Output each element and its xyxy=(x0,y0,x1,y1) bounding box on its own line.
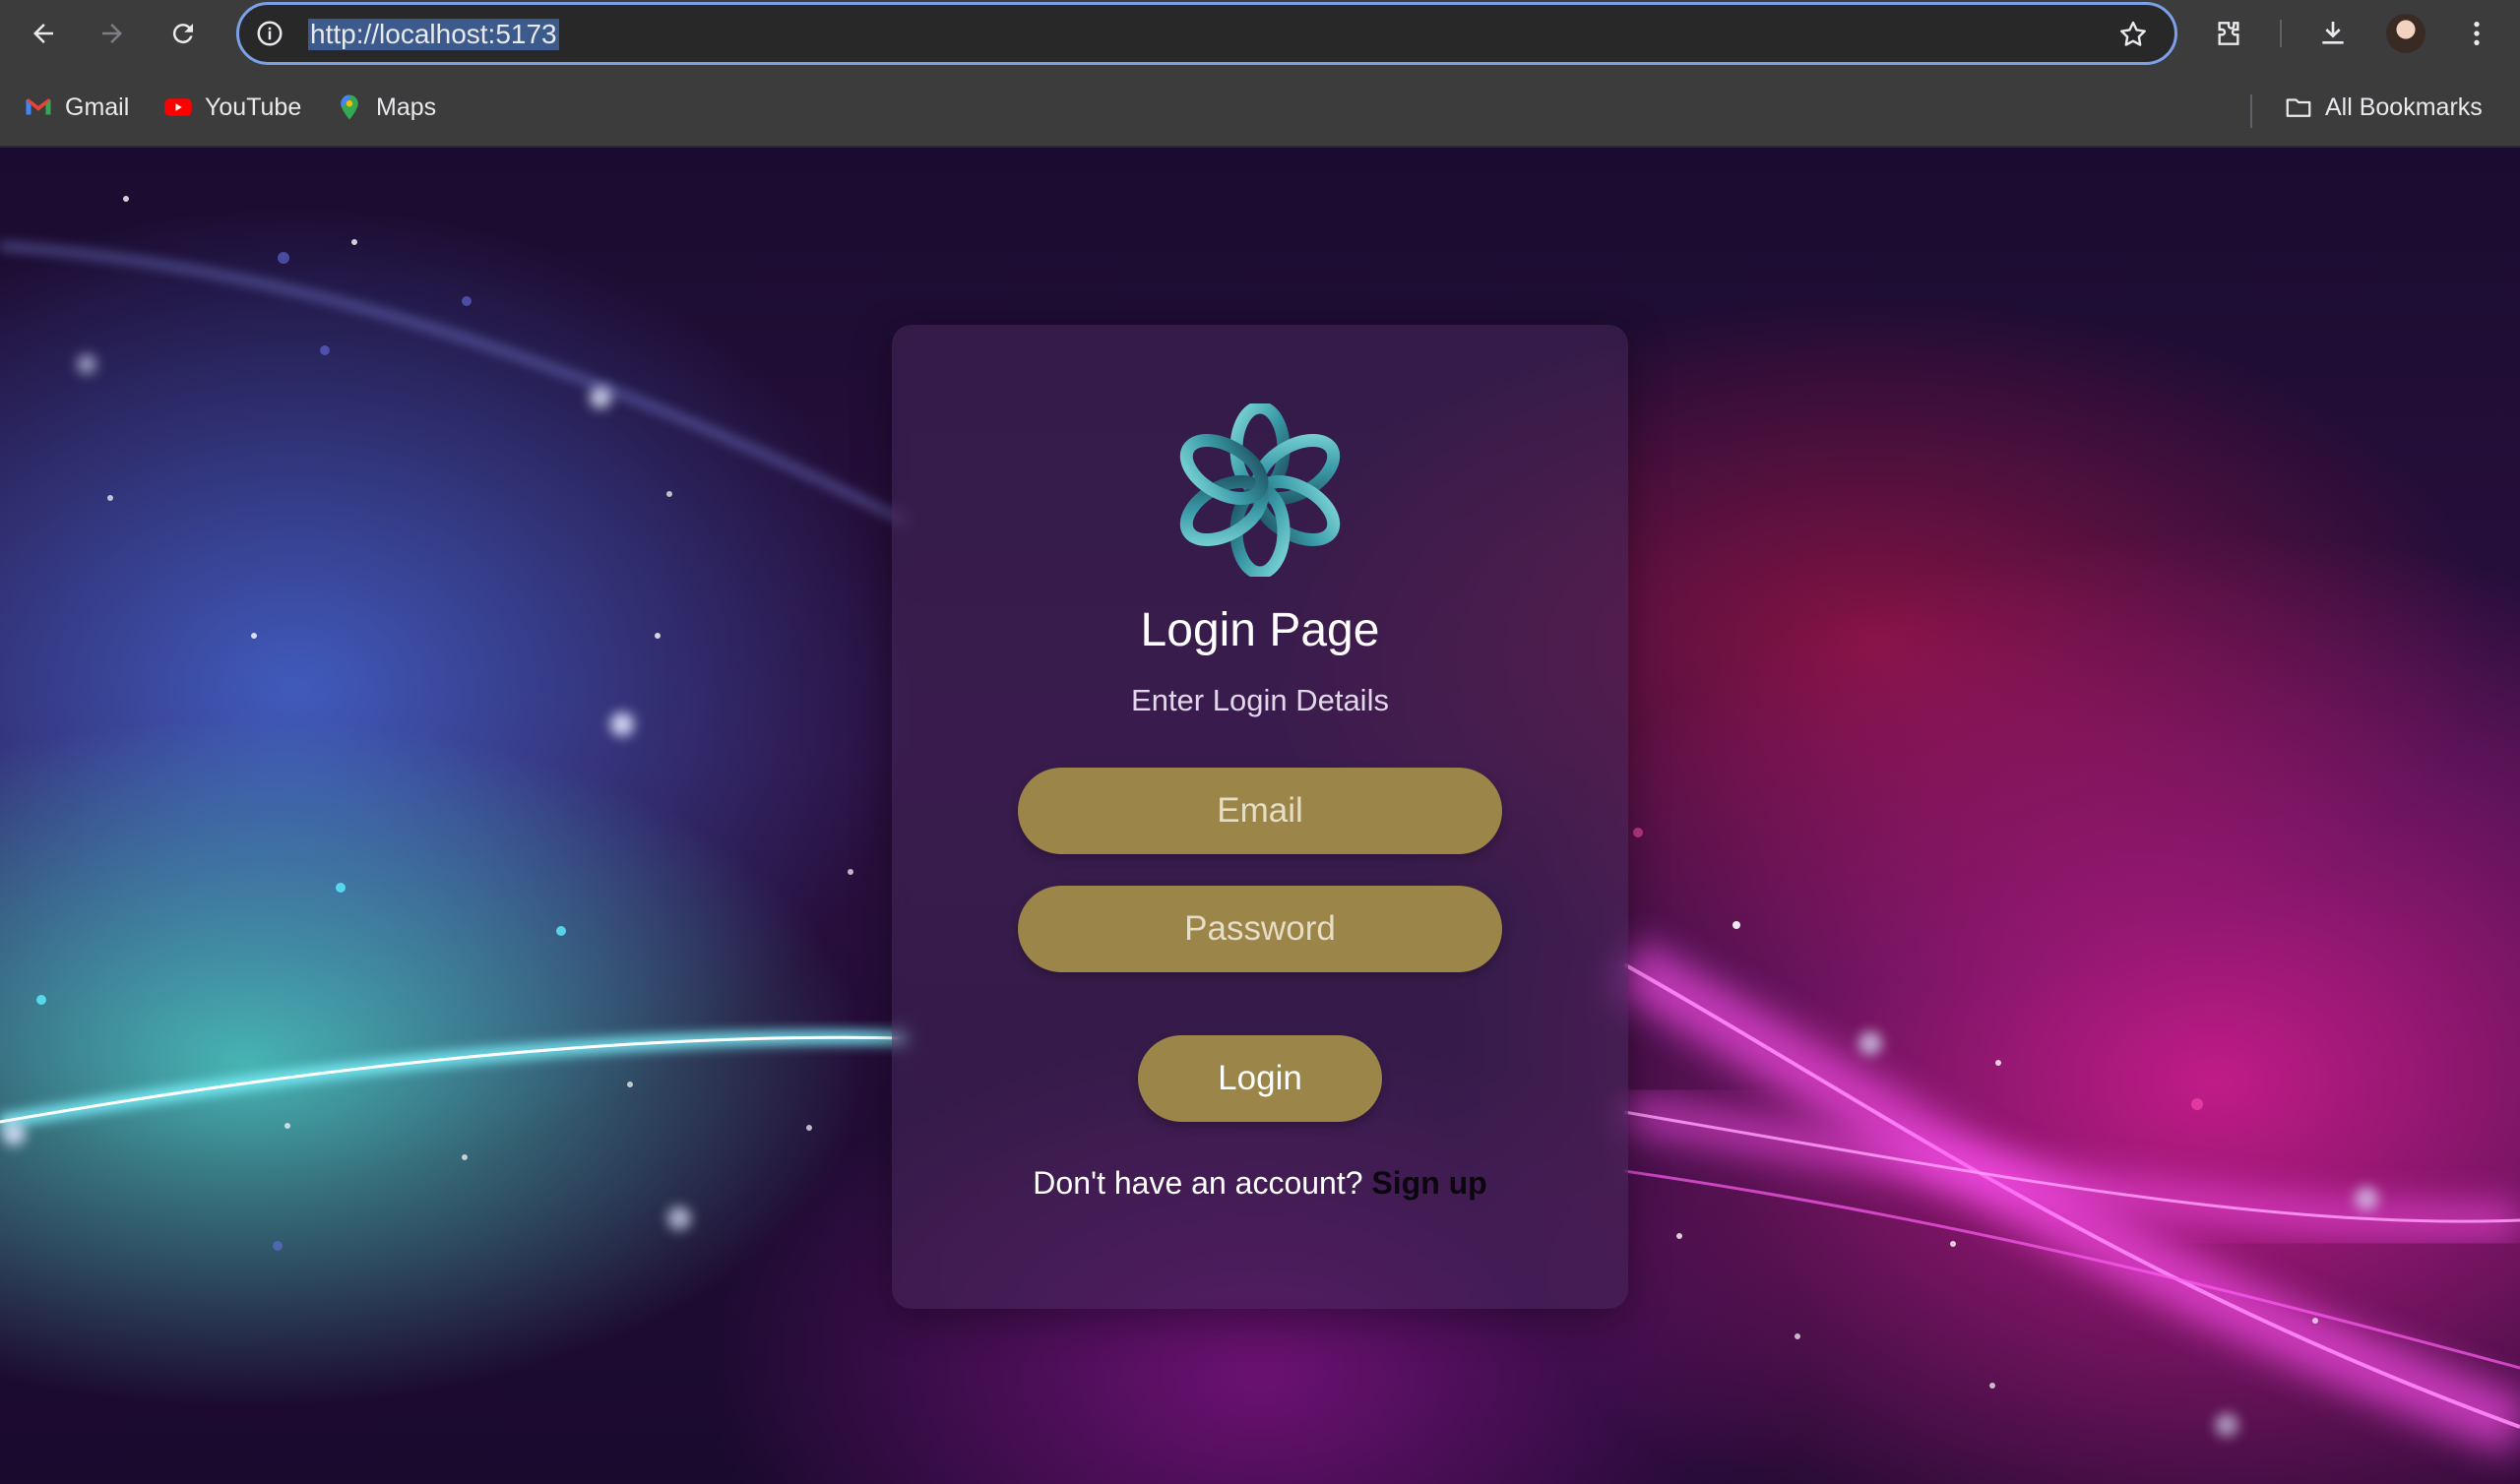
email-input[interactable] xyxy=(1018,768,1502,854)
bookmark-gmail[interactable]: Gmail xyxy=(24,67,129,148)
bookmark-label: Maps xyxy=(376,93,437,121)
url-text[interactable]: http://localhost:5173 xyxy=(308,19,559,50)
kebab-menu-icon xyxy=(2474,22,2480,45)
back-arrow-icon xyxy=(33,24,53,43)
page-viewport: Login Page Enter Login Details Login Don… xyxy=(0,148,2520,1484)
folder-icon xyxy=(2286,98,2311,117)
bookmarks-bar: Gmail YouTube Maps All Bookmarks xyxy=(0,67,2520,148)
bookmark-label: YouTube xyxy=(205,93,302,121)
back-button[interactable] xyxy=(22,12,65,55)
address-bar[interactable]: http://localhost:5173 xyxy=(236,2,2177,65)
browser-menu-button[interactable] xyxy=(2455,12,2498,55)
password-input[interactable] xyxy=(1018,886,1502,972)
login-button[interactable]: Login xyxy=(1138,1035,1382,1122)
youtube-icon xyxy=(164,98,192,116)
maps-icon xyxy=(341,94,358,120)
downloads-button[interactable] xyxy=(2311,12,2355,55)
forward-button[interactable] xyxy=(91,12,134,55)
bookmark-youtube[interactable]: YouTube xyxy=(163,67,301,148)
all-bookmarks-label: All Bookmarks xyxy=(2325,93,2483,121)
signup-prompt: Don't have an account? Sign up xyxy=(892,1163,1628,1203)
page-subtitle: Enter Login Details xyxy=(1131,683,1389,717)
puzzle-icon xyxy=(2218,22,2239,45)
bookmark-label: Gmail xyxy=(65,93,130,121)
signup-prompt-text: Don't have an account? xyxy=(1033,1165,1363,1201)
bookmarks-divider xyxy=(2250,94,2252,128)
bookmark-star-icon[interactable] xyxy=(2117,19,2149,50)
extensions-button[interactable] xyxy=(2207,12,2250,55)
forward-arrow-icon xyxy=(102,24,122,43)
signup-link[interactable]: Sign up xyxy=(1371,1165,1486,1201)
site-info-icon[interactable] xyxy=(255,19,284,48)
browser-toolbar: http://localhost:5173 xyxy=(0,0,2520,67)
all-bookmarks-button[interactable]: All Bookmarks xyxy=(2284,67,2483,148)
reload-icon xyxy=(172,24,193,44)
toolbar-divider xyxy=(2280,20,2282,47)
bookmark-maps[interactable]: Maps xyxy=(335,67,436,148)
login-card: Login Page Enter Login Details Login Don… xyxy=(892,325,1628,1309)
reload-button[interactable] xyxy=(161,12,205,55)
flower-knot-logo-icon xyxy=(1179,403,1341,577)
gmail-icon xyxy=(26,98,51,115)
page-title: Login Page xyxy=(1140,604,1380,656)
download-icon xyxy=(2322,22,2344,44)
profile-avatar[interactable] xyxy=(2386,14,2426,53)
